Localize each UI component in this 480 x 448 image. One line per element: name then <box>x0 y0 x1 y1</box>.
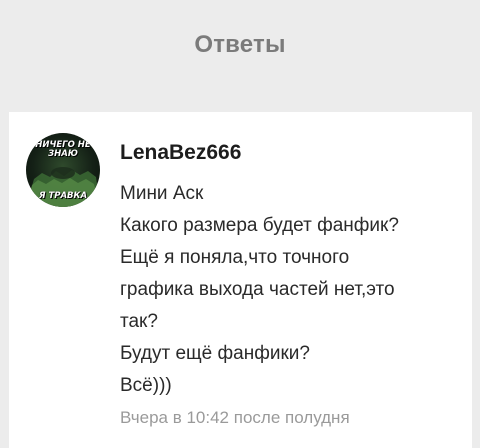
message-line: Мини Аск <box>120 183 204 204</box>
avatar-caption-bottom: Я ТРАВКА <box>38 191 88 201</box>
message-line: Какого размера будет фанфик? <box>120 215 399 236</box>
message-line: Всё))) <box>120 375 172 396</box>
message-line: графика выхода частей нет,это <box>120 279 395 300</box>
header-bar: Ответы <box>0 0 480 90</box>
message-line: так? <box>120 311 158 332</box>
message-line: Ещё я поняла,что точного <box>120 247 350 268</box>
message-text: Мини Аск Какого размера будет фанфик? Ещ… <box>120 178 460 402</box>
timestamp: Вчера в 10:42 после полудня <box>120 408 350 427</box>
avatar[interactable]: НИЧЕГО НЕ ЗНАЮ Я ТРАВКА <box>26 133 100 207</box>
message-line: Будут ещё фанфики? <box>120 343 310 364</box>
avatar-caption-top: НИЧЕГО НЕ ЗНАЮ <box>35 140 91 159</box>
answer-card[interactable]: НИЧЕГО НЕ ЗНАЮ Я ТРАВКА LenaBez666 Мини … <box>9 112 472 448</box>
page-title: Ответы <box>194 31 286 58</box>
author-name[interactable]: LenaBez666 <box>120 141 241 165</box>
